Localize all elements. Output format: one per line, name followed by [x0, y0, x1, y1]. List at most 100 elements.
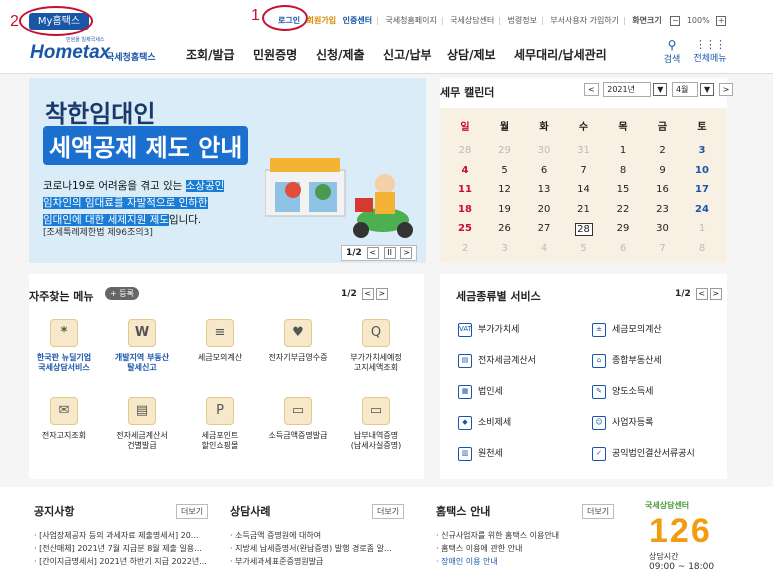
signup-link[interactable]: 회원가입 [307, 16, 336, 25]
calendar-day[interactable]: 8 [683, 243, 721, 254]
tax-service-item[interactable]: VAT 부가가치세 [458, 322, 519, 337]
calendar-day[interactable]: 1 [683, 223, 721, 234]
favorites-next-button[interactable]: > [375, 288, 388, 300]
favorite-item[interactable]: P 세금포인트 할인쇼핑몰 [187, 397, 253, 451]
calendar-day[interactable]: 11 [446, 184, 484, 195]
notice-item[interactable]: [간이지급명세서] 2021년 하반기 지급 2022년... [34, 555, 207, 568]
favorite-item[interactable]: Q 부가가치세예정 고지세액조회 [343, 319, 409, 373]
case-item[interactable]: 부가세과세표준증명원발급 [230, 555, 392, 568]
calendar-day[interactable]: 3 [683, 145, 721, 156]
calendar-prev-button[interactable]: < [584, 83, 599, 96]
tax-service-item[interactable]: ⌂ 종합부동산세 [592, 353, 662, 368]
calendar-day[interactable]: 29 [486, 145, 524, 156]
zoom-in-button[interactable]: + [716, 15, 727, 26]
banner-pause-button[interactable]: II [383, 247, 396, 259]
cases-more-button[interactable]: 더보기 [372, 504, 405, 519]
tax-service-item[interactable]: ✎ 양도소득세 [592, 384, 653, 399]
law-info-link[interactable]: 법령정보 [508, 16, 537, 25]
notice-item[interactable]: [전산매체] 2021년 7월 지급분 8월 제출 일용... [34, 542, 207, 555]
search-button[interactable]: ⚲ 검색 [660, 38, 684, 65]
calendar-day[interactable]: 5 [486, 165, 524, 176]
calendar-day[interactable]: 5 [565, 243, 603, 254]
tax-service-item[interactable]: ✓ 공익법인결산서류공시 [592, 446, 695, 461]
calendar-day[interactable]: 31 [565, 145, 603, 156]
login-link[interactable]: 로그인 [278, 16, 300, 25]
calendar-day[interactable]: 13 [525, 184, 563, 195]
favorites-prev-button[interactable]: < [361, 288, 374, 300]
nav-report-pay[interactable]: 신고/납부 [383, 46, 432, 63]
calendar-next-button[interactable]: > [718, 83, 734, 96]
calendar-day[interactable]: 22 [604, 204, 642, 215]
guide-item[interactable]: 신규사업자를 위한 홈택스 이용안내 [436, 529, 559, 542]
calendar-day[interactable]: 14 [565, 184, 603, 195]
calendar-day[interactable]: 17 [683, 184, 721, 195]
favorite-item[interactable]: ≡ 세금모의계산 [187, 319, 253, 363]
hometax-logo[interactable]: 민원을 일제국세스 Hometax 국세청홈택스 [30, 36, 160, 68]
cert-center-link[interactable]: 인증센터 [343, 16, 372, 25]
guide-more-button[interactable]: 더보기 [582, 504, 615, 519]
calendar-day[interactable]: 27 [525, 223, 563, 234]
calendar-day[interactable]: 2 [446, 243, 484, 254]
calendar-day[interactable]: 10 [683, 165, 721, 176]
dept-user-signup-link[interactable]: 부서사용자 가입하기 [550, 16, 619, 25]
zoom-out-button[interactable]: − [670, 15, 681, 26]
calendar-day[interactable]: 29 [604, 223, 642, 234]
tax-service-item[interactable]: ▦ 법인세 [458, 384, 503, 399]
calendar-day[interactable]: 7 [644, 243, 682, 254]
tax-service-item[interactable]: ▤ 전자세금계산서 [458, 353, 536, 368]
consult-center-link[interactable]: 국세상담센터 [450, 16, 494, 25]
year-select[interactable]: 2021년 [603, 82, 652, 97]
calendar-day[interactable]: 26 [486, 223, 524, 234]
calendar-day[interactable]: 6 [525, 165, 563, 176]
calendar-day[interactable]: 15 [604, 184, 642, 195]
calendar-day[interactable]: 4 [525, 243, 563, 254]
calendar-day[interactable]: 2 [644, 145, 682, 156]
calendar-day[interactable]: 30 [644, 223, 682, 234]
calendar-day[interactable]: 9 [644, 165, 682, 176]
notices-more-button[interactable]: 더보기 [176, 504, 209, 519]
calendar-day[interactable]: 19 [486, 204, 524, 215]
year-dropdown-icon[interactable]: ▼ [653, 83, 668, 96]
guide-item[interactable]: 장애인 이용 안내 [436, 555, 559, 568]
add-favorite-button[interactable]: + 등록 [105, 287, 139, 300]
tax-service-item[interactable]: ◆ 소비제세 [458, 415, 511, 430]
calendar-day[interactable]: 12 [486, 184, 524, 195]
calendar-day[interactable]: 24 [683, 204, 721, 215]
consult-center-126[interactable]: 국세상담센터 126 상담시간 09:00 ~ 18:00 [645, 500, 735, 575]
nav-consult-tip[interactable]: 상담/제보 [447, 46, 496, 63]
favorite-item[interactable]: W 개발지역 부동산 탈세신고 [109, 319, 175, 373]
favorite-item[interactable]: * 한국판 뉴딜기업 국세상담서비스 [31, 319, 97, 373]
calendar-day[interactable]: 16 [644, 184, 682, 195]
favorite-item[interactable]: ▤ 전자세금계산서 건별발급 [109, 397, 175, 451]
nav-apply-submit[interactable]: 신청/제출 [316, 46, 365, 63]
calendar-day[interactable]: 18 [446, 204, 484, 215]
calendar-day[interactable]: 30 [525, 145, 563, 156]
calendar-day[interactable]: 1 [604, 145, 642, 156]
calendar-day[interactable]: 23 [644, 204, 682, 215]
guide-item[interactable]: 홈택스 이용에 관한 안내 [436, 542, 559, 555]
tax-services-prev-button[interactable]: < [695, 288, 708, 300]
month-dropdown-icon[interactable]: ▼ [699, 83, 715, 96]
calendar-day[interactable]: 3 [486, 243, 524, 254]
calendar-day[interactable]: 7 [565, 165, 603, 176]
banner-next-button[interactable]: > [400, 247, 413, 259]
calendar-day[interactable]: 4 [446, 165, 484, 176]
banner-prev-button[interactable]: < [366, 247, 379, 259]
case-item[interactable]: 지방세 납세증명서(완납증명) 발행 경로좀 알... [230, 542, 392, 555]
case-item[interactable]: 소득금액 증명원에 대하여 [230, 529, 392, 542]
calendar-day[interactable]: 25 [446, 223, 484, 234]
calendar-day[interactable]: 21 [565, 204, 603, 215]
calendar-day[interactable]: 6 [604, 243, 642, 254]
calendar-day[interactable]: 28 [574, 223, 593, 236]
calendar-day[interactable]: 28 [446, 145, 484, 156]
favorite-item[interactable]: ✉ 전자고지조회 [31, 397, 97, 441]
tax-service-item[interactable]: ☺ 사업자등록 [592, 415, 653, 430]
tax-service-item[interactable]: ± 세금모의계산 [592, 322, 662, 337]
nav-civil-certificate[interactable]: 민원증명 [253, 46, 297, 63]
notice-item[interactable]: [사업장제공자 등의 과세자료 제출명세서] 20... [34, 529, 207, 542]
all-menu-button[interactable]: ⋮⋮⋮ 전체메뉴 [688, 38, 732, 64]
tax-services-next-button[interactable]: > [709, 288, 722, 300]
tax-service-item[interactable]: ▥ 원천세 [458, 446, 503, 461]
calendar-day[interactable]: 8 [604, 165, 642, 176]
calendar-day[interactable]: 20 [525, 204, 563, 215]
